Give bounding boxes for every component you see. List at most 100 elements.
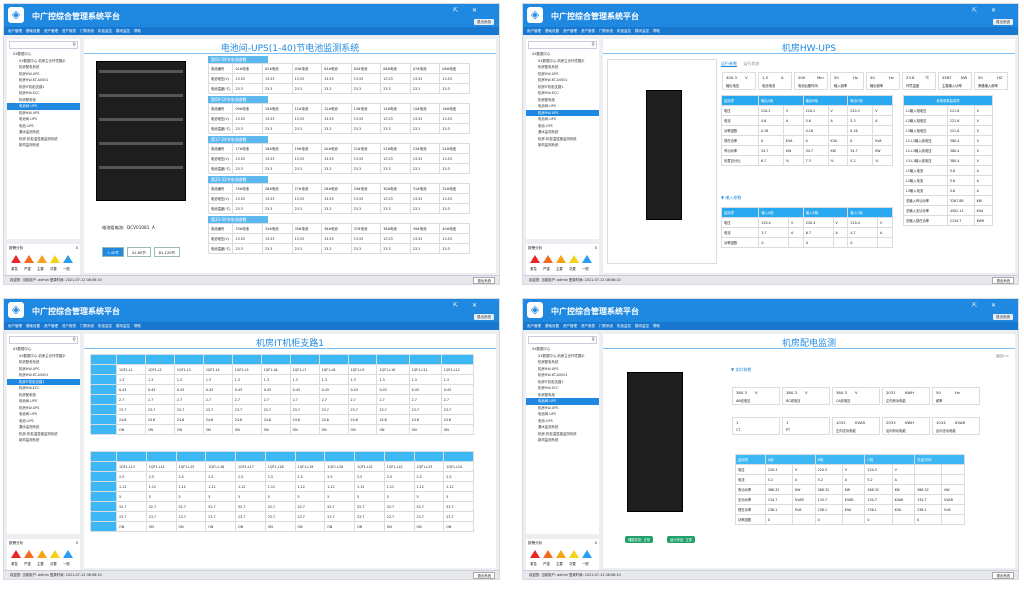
alarm-level-icon[interactable] [11, 255, 21, 263]
status-exit-button[interactable]: 退出系统 [473, 277, 495, 284]
menu-item[interactable]: 用户管理 [527, 324, 541, 328]
menu-item[interactable]: 资产报表 [581, 29, 595, 33]
alarm-level-icon[interactable] [530, 255, 540, 263]
menu-item[interactable]: 模块监控 [116, 324, 130, 328]
battery-cell: 13.53 [232, 73, 264, 84]
menu-item[interactable]: 门禁系统 [599, 29, 613, 33]
table-cell: ON [264, 521, 296, 532]
search-icon[interactable]: ⚲ [591, 337, 595, 343]
alarm-level-icon[interactable] [63, 550, 73, 558]
row-label: 电池编号 [207, 223, 234, 234]
menu-item[interactable]: 机柜监控 [617, 29, 631, 33]
menu-item[interactable]: 基础设置 [545, 324, 559, 328]
content-area: 机房HW-UPS 运行参数 运行状态 400.3 V 输出电压 1.5 A 电池电流 200 Mi… [603, 39, 1015, 273]
search-input[interactable]: ⚲ [9, 41, 78, 49]
alarm-level-icon[interactable] [543, 255, 553, 263]
alarm-level-icon[interactable] [11, 550, 21, 558]
table-row: 电流 5.2 A 5.2 A 5.2 A [735, 474, 965, 485]
param-box: 380.3 V CA线电压 [832, 387, 880, 405]
table-cell: KVA [941, 504, 965, 515]
status-exit-button[interactable]: 退出系统 [992, 277, 1014, 284]
tree-item[interactable]: 新风监测系统 [7, 142, 80, 149]
table-cell: ON [205, 521, 236, 532]
menu-item[interactable]: 用户管理 [8, 29, 22, 33]
alarm-level-icon[interactable] [50, 550, 60, 558]
table-cell: 220.4 [802, 217, 834, 228]
menu-item[interactable]: 模块监控 [116, 29, 130, 33]
exit-button[interactable]: 退出系统 [993, 314, 1013, 320]
menu-item[interactable]: 帮助 [134, 29, 141, 33]
range-button[interactable]: 41-80节 [126, 247, 151, 257]
alarm-level-icon[interactable] [556, 550, 566, 558]
range-button[interactable]: 81-120节 [153, 247, 181, 257]
menu-item[interactable]: 资产报表 [62, 29, 76, 33]
alarm-level-icon[interactable] [582, 255, 592, 263]
menu-item[interactable]: 门禁系统 [80, 324, 94, 328]
search-icon[interactable]: ⚲ [591, 42, 595, 48]
menu-item[interactable]: 模块监控 [635, 324, 649, 328]
range-button[interactable]: 1-40节 [102, 247, 124, 257]
alarm-level-icon[interactable] [530, 550, 540, 558]
alarm-level-icon[interactable] [37, 255, 47, 263]
menu-item[interactable]: 资产管理 [44, 324, 58, 328]
tab-run-params[interactable]: 运行参数 [721, 61, 737, 67]
menu-item[interactable]: 基础设置 [26, 324, 40, 328]
menu-item[interactable]: 资产管理 [563, 29, 577, 33]
menu-item[interactable]: 基础设置 [545, 29, 559, 33]
status-exit-button[interactable]: 退出系统 [992, 572, 1014, 579]
window-controls[interactable]: ⇱ ✕ [453, 302, 483, 309]
menu-item[interactable]: 资产报表 [581, 324, 595, 328]
exit-button[interactable]: 退出系统 [993, 19, 1013, 25]
tree-item[interactable]: 新风监测系统 [526, 142, 599, 149]
search-icon[interactable]: ⚲ [72, 337, 76, 343]
alarm-level-icon[interactable] [569, 550, 579, 558]
table-cell: 23.7 [440, 404, 475, 415]
menu-item[interactable]: 机柜监控 [98, 29, 112, 33]
alarm-level-icon[interactable] [543, 550, 553, 558]
menu-item[interactable]: 帮助 [653, 29, 660, 33]
menu-item[interactable]: 资产报表 [62, 324, 76, 328]
menu-item[interactable]: 门禁系统 [80, 29, 94, 33]
search-input[interactable]: ⚲ [528, 41, 597, 49]
menu-item[interactable]: 帮助 [653, 324, 660, 328]
exit-button[interactable]: 退出系统 [474, 314, 494, 320]
menu-item[interactable]: 机柜监控 [617, 324, 631, 328]
window-controls[interactable]: ⇱ ✕ [453, 7, 483, 14]
alarm-level-icon[interactable] [63, 255, 73, 263]
menu-item[interactable]: 用户管理 [527, 29, 541, 33]
menu-item[interactable]: 基础设置 [26, 29, 40, 33]
search-input[interactable]: ⚲ [9, 336, 78, 344]
alarm-level-icon[interactable] [569, 255, 579, 263]
alarm-level-icon[interactable] [24, 550, 34, 558]
alarm-level-icon[interactable] [24, 255, 34, 263]
menu-item[interactable]: 模块监控 [635, 29, 649, 33]
table-cell: L3-L1输入线电压 [903, 155, 948, 166]
window-controls[interactable]: ⇱ ✕ [972, 7, 1002, 14]
alarm-level-icon[interactable] [50, 255, 60, 263]
table-cell: V [792, 464, 816, 475]
tab-run-status[interactable]: 运行状态 [743, 61, 759, 66]
alarm-level-icon[interactable] [556, 255, 566, 263]
window-controls[interactable]: ⇱ ✕ [972, 302, 1002, 309]
back-link[interactable]: 返回>> [996, 354, 1009, 359]
input-section-title[interactable]: ▼ 输入参数 [721, 195, 741, 201]
table-cell: A [782, 115, 804, 126]
alarm-level-icon[interactable] [37, 550, 47, 558]
menu-item[interactable]: 帮助 [134, 324, 141, 328]
search-input[interactable]: ⚲ [528, 336, 597, 344]
menu-item[interactable]: 机柜监控 [98, 324, 112, 328]
column-header: 输入A相 [758, 207, 804, 218]
menu-item[interactable]: 门禁系统 [599, 324, 613, 328]
device-tree: XX数据中心 XX数据中心-机房主仓环境展示 机房配电系统 机房HW-UPS 机房HW-… [7, 346, 80, 444]
table-cell: 2.7 [408, 394, 442, 405]
tree-item[interactable]: 新风监测系统 [7, 437, 80, 444]
menu-item[interactable]: 资产管理 [44, 29, 58, 33]
tree-item[interactable]: 新风监测系统 [526, 437, 599, 444]
exit-button[interactable]: 退出系统 [474, 19, 494, 25]
alarm-level-icon[interactable] [582, 550, 592, 558]
status-exit-button[interactable]: 退出系统 [473, 572, 495, 579]
battery-cell: 23.3 [291, 243, 323, 254]
menu-item[interactable]: 资产管理 [563, 324, 577, 328]
menu-item[interactable]: 用户管理 [8, 324, 22, 328]
search-icon[interactable]: ⚲ [72, 42, 76, 48]
